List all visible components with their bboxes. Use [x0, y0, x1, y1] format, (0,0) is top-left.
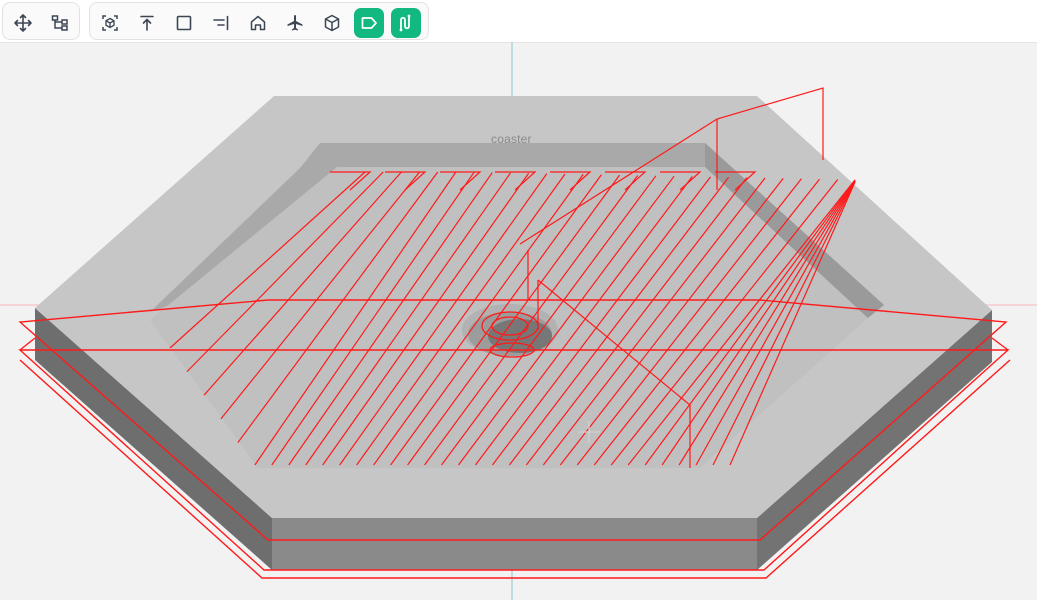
frame-object-button[interactable] — [95, 8, 125, 38]
toolpath-toggle-button[interactable] — [391, 8, 421, 38]
square-view-icon — [176, 15, 192, 31]
align-top-icon — [140, 15, 154, 31]
cube-icon — [324, 14, 340, 32]
toolbar — [0, 0, 1037, 43]
toolbar-group-view — [89, 2, 429, 40]
viewport-canvas[interactable] — [0, 42, 1037, 600]
fly-view-button[interactable] — [280, 8, 310, 38]
coaster-model[interactable] — [35, 96, 992, 570]
move-button[interactable] — [8, 8, 38, 38]
frame-object-icon — [102, 15, 118, 31]
view-front-button[interactable] — [169, 8, 199, 38]
isometric-view-button[interactable] — [317, 8, 347, 38]
toolpath-icon — [399, 14, 411, 32]
tag-icon — [361, 17, 377, 29]
toolbar-group-transform — [2, 2, 80, 40]
home-view-button[interactable] — [243, 8, 273, 38]
object-label: coaster — [491, 132, 532, 146]
hierarchy-button[interactable] — [45, 8, 75, 38]
airplane-icon — [287, 15, 303, 31]
move-icon — [14, 14, 32, 32]
home-icon — [250, 15, 266, 31]
hierarchy-icon — [51, 15, 68, 31]
view-right-button[interactable] — [206, 8, 236, 38]
labels-toggle-button[interactable] — [354, 8, 384, 38]
3d-viewport[interactable]: coaster — [0, 42, 1037, 600]
view-top-button[interactable] — [132, 8, 162, 38]
align-right-icon — [213, 15, 229, 31]
